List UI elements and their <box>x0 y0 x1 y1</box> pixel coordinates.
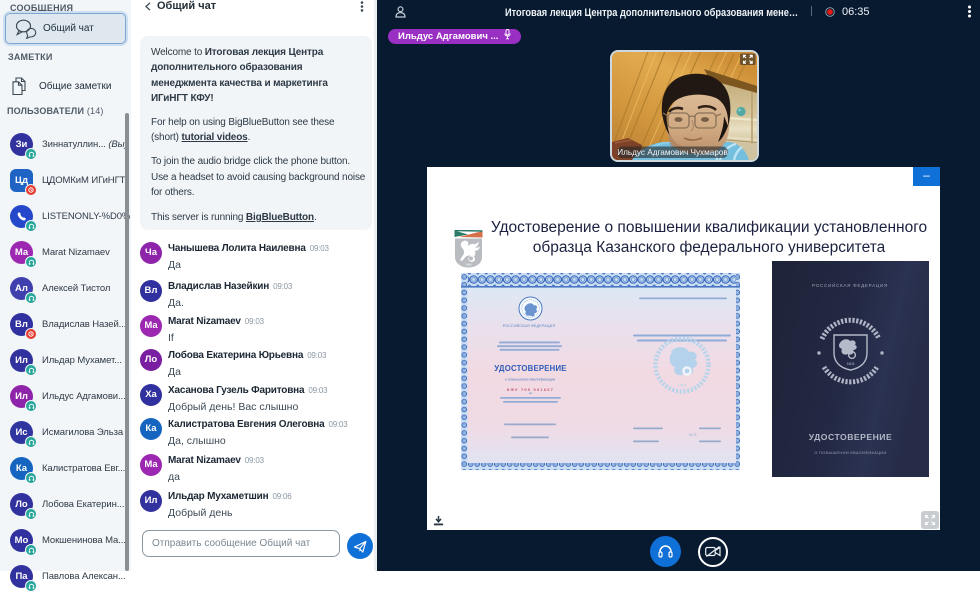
svg-text:Ильдус Адгамович Чухмаров: Ильдус Адгамович Чухмаров <box>617 148 728 157</box>
svg-text:1804: 1804 <box>465 263 472 267</box>
svg-text:РОССИЙСКАЯ ФЕДЕРАЦИЯ: РОССИЙСКАЯ ФЕДЕРАЦИЯ <box>812 281 888 288</box>
svg-text:УДОСТОВЕРЕНИЕ: УДОСТОВЕРЕНИЕ <box>494 364 566 373</box>
svg-text:1804: 1804 <box>678 383 688 388</box>
svg-text:М.П.: М.П. <box>689 432 697 437</box>
svg-text:КФУ 700 001607: КФУ 700 001607 <box>507 387 554 392</box>
svg-text:1804: 1804 <box>847 362 855 366</box>
svg-text:о повышении квалификации: о повышении квалификации <box>505 378 555 382</box>
svg-text:РОССИЙСКАЯ ФЕДЕРАЦИЯ: РОССИЙСКАЯ ФЕДЕРАЦИЯ <box>503 324 556 328</box>
svg-text:УДОСТОВЕРЕНИЕ: УДОСТОВЕРЕНИЕ <box>809 432 892 442</box>
svg-text:О ПОВЫШЕНИИ КВАЛИФИКАЦИИ: О ПОВЫШЕНИИ КВАЛИФИКАЦИИ <box>814 450 886 455</box>
